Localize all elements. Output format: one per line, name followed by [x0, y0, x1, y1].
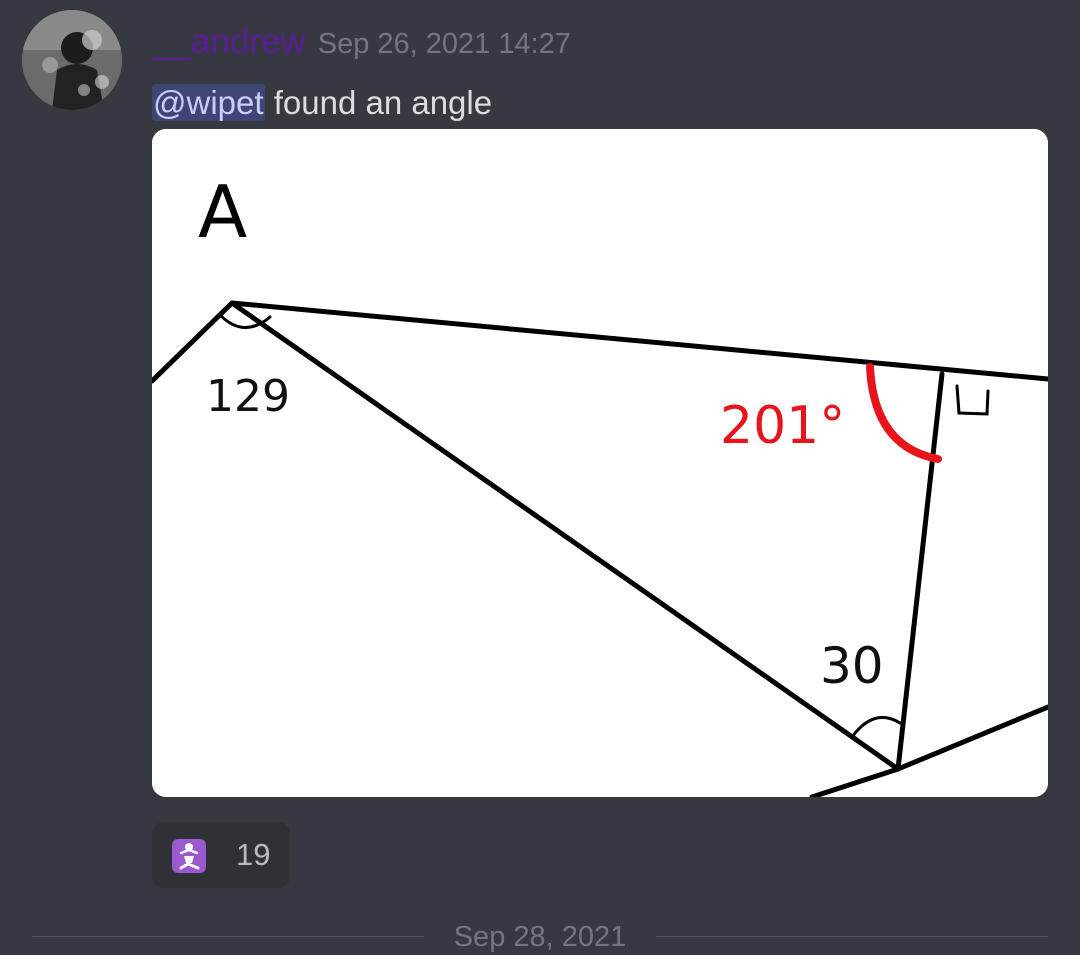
angle-label-201: 201°: [720, 396, 845, 456]
person-kneeling-emoji-icon: [172, 839, 206, 873]
image-attachment[interactable]: A 129 201° 30: [152, 129, 1048, 797]
angle-label-30: 30: [820, 637, 884, 695]
message-header: __andrew Sep 26, 2021 14:27: [152, 22, 571, 66]
date-divider: Sep 28, 2021: [440, 919, 640, 955]
message-content: @wipet found an angle: [152, 78, 492, 128]
user-avatar[interactable]: [22, 10, 122, 110]
username[interactable]: __andrew: [152, 22, 306, 61]
reaction-button[interactable]: 19: [152, 822, 290, 888]
date-divider-line-right: [656, 936, 1048, 937]
reaction-count: 19: [236, 837, 271, 872]
date-divider-line-left: [32, 936, 424, 937]
avatar-image: [22, 10, 122, 110]
diagram-letter: A: [198, 170, 247, 254]
message-text: found an angle: [264, 84, 493, 121]
message-timestamp: Sep 26, 2021 14:27: [317, 28, 571, 60]
angle-diagram-image: A 129 201° 30: [152, 129, 1048, 797]
user-mention[interactable]: @wipet: [152, 84, 265, 121]
chat-message: __andrew Sep 26, 2021 14:27 @wipet found …: [0, 0, 1080, 947]
angle-label-129: 129: [206, 371, 290, 422]
